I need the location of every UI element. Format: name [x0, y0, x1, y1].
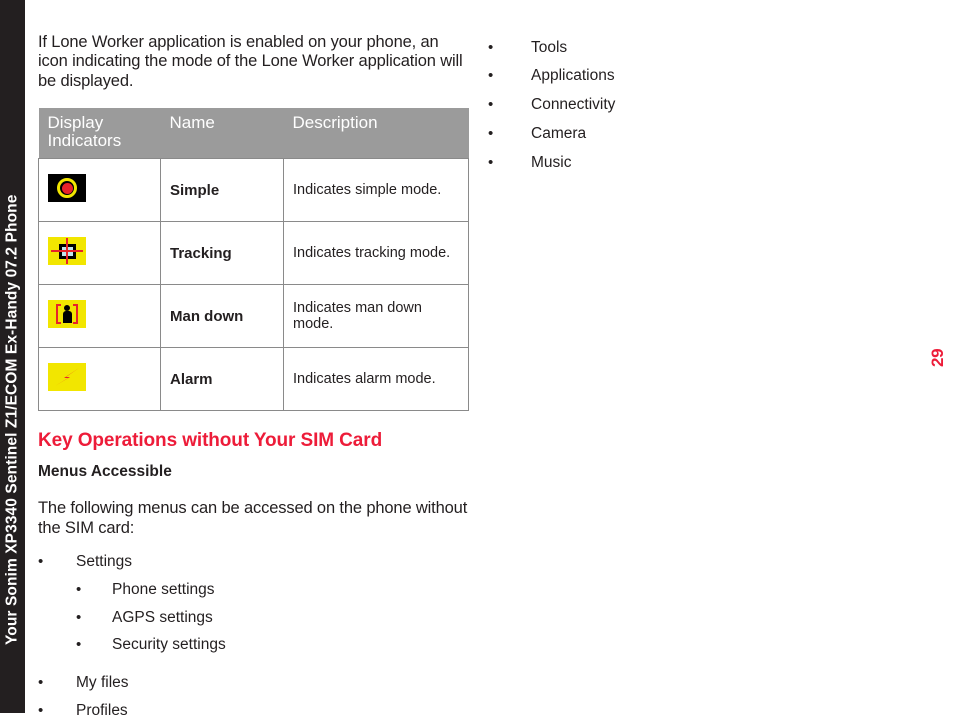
- list-item: • Tools: [488, 33, 908, 62]
- indicator-name: Alarm: [160, 347, 284, 412]
- indicator-name: Man down: [160, 284, 284, 349]
- table-row: Simple Indicates simple mode.: [38, 158, 469, 223]
- list-item-label: Camera: [531, 124, 587, 142]
- indicator-icon-cell: [38, 158, 161, 223]
- column-header-name: Name: [160, 108, 284, 159]
- page-spine: Your Sonim XP3340 Sentinel Z1/ECOM Ex-Ha…: [0, 0, 25, 713]
- column-header-description: Description: [283, 108, 469, 159]
- table-header-row: Display Indicators Name Description: [38, 108, 469, 159]
- bullet-icon: •: [38, 674, 44, 692]
- column-header-display-indicators: Display Indicators: [38, 108, 161, 159]
- list-item: • Applications: [488, 62, 908, 91]
- bullet-icon: •: [76, 608, 82, 626]
- list-item-label: Security settings: [112, 636, 226, 654]
- list-item-label: Applications: [531, 67, 615, 85]
- indicator-description: Indicates tracking mode.: [283, 221, 469, 286]
- bullet-icon: •: [38, 553, 44, 571]
- display-indicators-table: Display Indicators Name Description Simp…: [38, 108, 469, 412]
- list-item: • Camera: [488, 119, 908, 148]
- table-row: Man down Indicates man down mode.: [38, 284, 469, 349]
- table-row: Alarm Indicates alarm mode.: [38, 347, 469, 412]
- man-down-right-bracket: [73, 304, 78, 325]
- lone-worker-tracking-icon: [48, 237, 86, 266]
- section-paragraph: The following menus can be accessed on t…: [38, 499, 468, 537]
- indicator-name: Tracking: [160, 221, 284, 286]
- left-column: If Lone Worker application is enabled on…: [38, 33, 470, 725]
- list-item-label: Settings: [76, 553, 133, 571]
- table-row: Tracking Indicates tracking mode.: [38, 221, 469, 286]
- list-item-label: Music: [531, 153, 572, 171]
- spine-title: Your Sonim XP3340 Sentinel Z1/ECOM Ex-Ha…: [3, 194, 21, 645]
- right-column: • Tools • Applications • Connectivity • …: [488, 33, 908, 177]
- tracking-vertical-crosshair: [65, 238, 69, 265]
- list-item-label: Profiles: [76, 701, 128, 719]
- menu-list-continued: • My files • Profiles: [38, 669, 470, 725]
- bullet-icon: •: [488, 124, 494, 142]
- indicator-icon-cell: [38, 347, 161, 412]
- list-item: • My files: [38, 669, 470, 697]
- indicator-description: Indicates alarm mode.: [283, 347, 469, 412]
- document-page: Your Sonim XP3340 Sentinel Z1/ECOM Ex-Ha…: [0, 0, 970, 718]
- lone-worker-alarm-icon: [48, 363, 86, 392]
- menu-list: • Settings: [38, 548, 470, 576]
- bullet-icon: •: [76, 580, 82, 598]
- list-item-label: Tools: [531, 38, 568, 56]
- lone-worker-simple-icon: [48, 174, 86, 203]
- settings-sub-list: • Phone settings • AGPS settings • Secur…: [38, 576, 470, 659]
- intro-paragraph: If Lone Worker application is enabled on…: [38, 33, 463, 90]
- bullet-icon: •: [488, 153, 494, 171]
- list-item: • Music: [488, 148, 908, 177]
- indicator-name: Simple: [160, 158, 284, 223]
- list-item: • Profiles: [38, 697, 470, 725]
- bullet-icon: •: [488, 67, 494, 85]
- list-item: • Connectivity: [488, 91, 908, 120]
- bullet-icon: •: [488, 96, 494, 113]
- list-item-label: AGPS settings: [112, 608, 213, 626]
- bullet-icon: •: [38, 701, 44, 719]
- page-number: 29: [928, 348, 947, 368]
- section-heading: Key Operations without Your SIM Card: [38, 430, 383, 452]
- indicator-icon-cell: [38, 284, 161, 349]
- list-item: • AGPS settings: [76, 604, 470, 632]
- indicator-description: Indicates simple mode.: [283, 158, 469, 223]
- list-item: • Phone settings: [76, 576, 470, 604]
- man-down-left-bracket: [56, 304, 61, 325]
- bullet-icon: •: [488, 38, 494, 56]
- sub-heading: Menus Accessible: [38, 463, 172, 481]
- man-down-body-shape: [62, 311, 72, 324]
- list-item-label: Connectivity: [531, 96, 616, 113]
- list-item: • Security settings: [76, 631, 470, 659]
- list-item: • Settings: [38, 548, 470, 576]
- indicator-icon-cell: [38, 221, 161, 286]
- list-item-label: My files: [76, 674, 129, 692]
- bullet-icon: •: [76, 636, 82, 654]
- simple-dot-shape: [61, 182, 73, 194]
- indicator-description: Indicates man down mode.: [283, 284, 469, 349]
- lone-worker-man-down-icon: [48, 300, 86, 329]
- menu-list-right: • Tools • Applications • Connectivity • …: [488, 33, 908, 177]
- list-item-label: Phone settings: [112, 580, 215, 598]
